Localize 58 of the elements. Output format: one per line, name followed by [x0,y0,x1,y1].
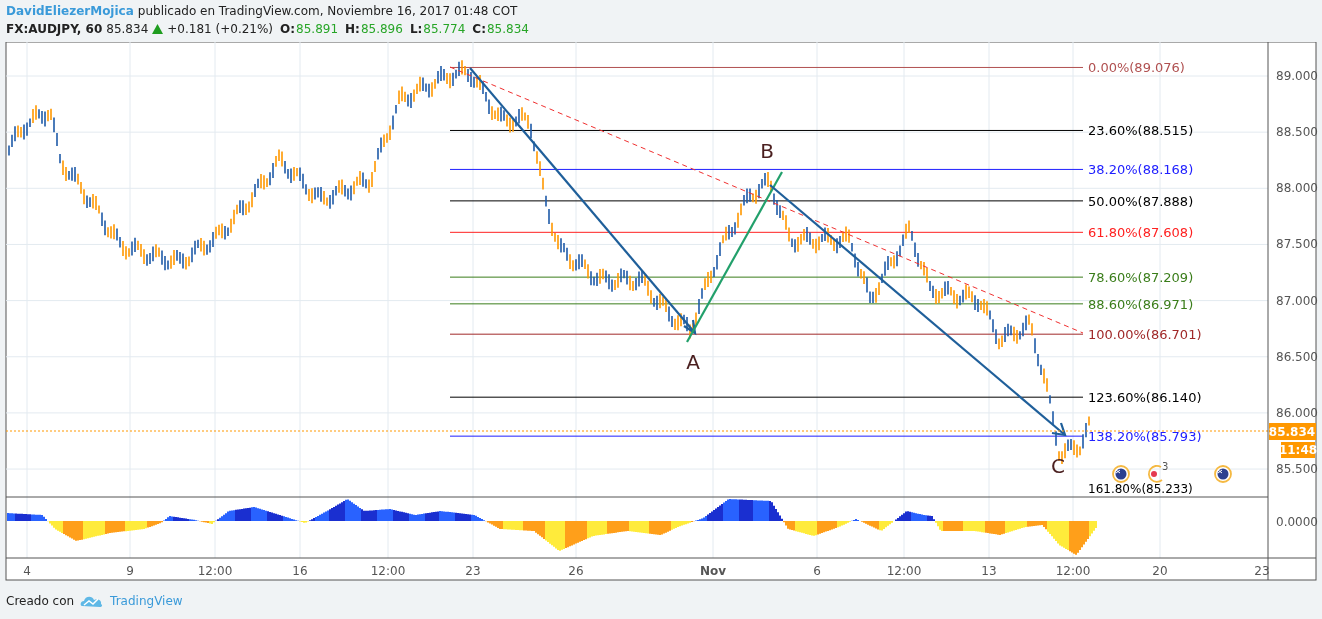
created-with-text: Creado con [6,593,75,608]
current-price-tag: 85.834 [1268,423,1316,440]
time-axis-label: 4 [23,564,31,578]
time-axis-label: 26 [568,564,584,578]
fibonacci-level-label: 23.60%(88.515) [1088,123,1194,139]
time-axis-label: 20 [1152,564,1168,578]
fibonacci-level-label: 161.80%(85.233) [1088,482,1193,496]
price-axis-label: 87.000 [1276,293,1318,308]
event-marker-icon[interactable] [1148,464,1163,483]
time-axis-label: 13 [981,564,997,578]
wave-label: A [686,350,700,374]
ohlc-value: 85.774 [423,22,466,36]
price-axis-label: 85.500 [1276,462,1318,477]
published-text: publicado en TradingView.com, Noviembre 16, 2017 01:48 COT [137,4,518,18]
last-price: 85.834 [106,22,149,36]
time-axis-label: 9 [126,564,134,578]
time-axis-label: Nov [699,564,727,578]
time-axis-label: 23 [465,564,481,578]
price-axis-label: 87.500 [1276,237,1318,252]
fibonacci-level-label: 78.60%(87.209) [1088,270,1194,286]
ohlc-label: O: [280,22,296,36]
time-axis-label: 23 [1254,564,1270,578]
fibonacci-level-label: 138.20%(85.793) [1088,429,1202,445]
price-axis-label: 86.000 [1276,405,1318,420]
indicator-axis-label: 0.0000 [1276,515,1318,529]
up-triangle-icon [152,24,164,34]
fibonacci-level-label: 123.60%(86.140) [1088,390,1202,406]
time-axis-label: 16 [292,564,308,578]
tradingview-link[interactable]: TradingView [110,593,183,608]
time-axis-label: 12:00 [1055,564,1091,578]
time-axis-label: 12:00 [197,564,233,578]
price-axis-label: 89.000 [1276,69,1318,83]
ohlc-value: 85.891 [296,22,339,36]
time-axis-label: 12:00 [370,564,406,578]
time-axis-label: 12:00 [886,564,922,578]
flag-event-icon[interactable] [1112,465,1130,483]
ohlc-value: 85.896 [360,22,403,36]
price-axis-label: 86.500 [1276,349,1318,364]
fibonacci-level-label: 38.20%(88.168) [1088,162,1194,178]
flag-event-icon[interactable] [1214,465,1232,483]
wave-label: C [1051,454,1065,478]
time-axis-label: 6 [813,564,821,578]
fibonacci-level-label: 100.00%(86.701) [1088,327,1202,343]
ohlc-label: H: [345,22,360,36]
fibonacci-level-label: 50.00%(87.888) [1088,193,1194,209]
ohlc-value: 85.834 [486,22,529,36]
fibonacci-level-label: 0.00%(89.076) [1088,60,1185,76]
wave-label: B [760,139,774,163]
ohlc-label: L: [409,22,423,36]
price-axis-label: 88.000 [1276,181,1318,196]
price-axis-label: 88.500 [1276,125,1318,140]
fibonacci-level-label: 88.60%(86.971) [1088,296,1194,312]
event-count: 3 [1162,461,1169,472]
fibonacci-level-label: 61.80%(87.608) [1088,225,1194,241]
author-link[interactable]: DavidEliezerMojica [6,4,134,18]
price-change: +0.181 (+0.21%) [167,22,274,36]
ohlc-label: C: [472,22,486,36]
symbol-label: FX:AUDJPY, 60 [6,22,103,36]
